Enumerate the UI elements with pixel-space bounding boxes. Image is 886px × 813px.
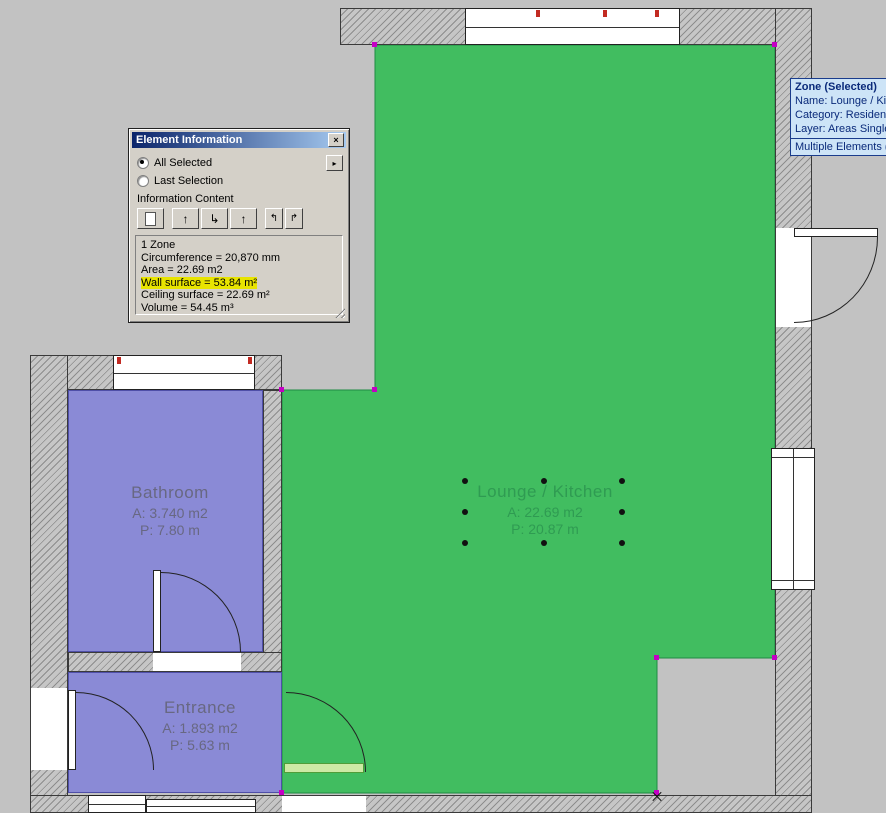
tooltip-layer-row: Layer: Areas Single xyxy=(795,123,886,135)
selection-handle[interactable] xyxy=(372,42,377,47)
selection-handle[interactable] xyxy=(372,387,377,392)
door-entrance-opening xyxy=(31,688,67,770)
element-information-palette: Element Information × All Selected ▸ Las… xyxy=(128,128,350,323)
zone-hotspot-dot[interactable] xyxy=(541,540,547,546)
window-sill-line xyxy=(772,457,814,458)
zone-area: A: 1.893 m2 xyxy=(162,720,238,736)
tooltip-category-row: Category: Residenti xyxy=(795,109,886,121)
door-bathroom-leaf[interactable] xyxy=(153,570,161,652)
selection-handle[interactable] xyxy=(279,790,284,795)
floor-plan-view: Lounge / Kitchen A: 22.69 m2 P: 20.87 m … xyxy=(0,0,886,813)
arrow-up-icon[interactable]: ↑ xyxy=(172,208,199,229)
window-tick xyxy=(536,10,540,17)
palette-body: All Selected ▸ Last Selection Informatio… xyxy=(132,148,346,319)
zone-stamp-lounge[interactable]: Lounge / Kitchen A: 22.69 m2 P: 20.87 m xyxy=(430,482,660,538)
zone-selected-tooltip: Zone (Selected) Name: Lounge / Kit Categ… xyxy=(790,78,886,156)
page-icon xyxy=(145,211,156,226)
window-tick xyxy=(248,357,252,364)
zone-perimeter: P: 7.80 m xyxy=(140,522,200,538)
zone-area: A: 3.740 m2 xyxy=(132,505,208,521)
selection-handle[interactable] xyxy=(654,655,659,660)
window-bottom-entrance[interactable] xyxy=(146,799,256,813)
window-bottom-left[interactable] xyxy=(88,795,146,813)
document-icon[interactable] xyxy=(137,208,164,229)
radio-last-selection-label: Last Selection xyxy=(154,175,224,187)
expand-arrow-icon[interactable]: ▸ xyxy=(326,155,343,171)
door-right-leaf[interactable] xyxy=(794,228,878,237)
info-wall-surface: Wall surface = 53.84 m² xyxy=(141,276,258,289)
window-midline xyxy=(114,372,254,374)
selection-handle[interactable] xyxy=(279,387,284,392)
zone-name: Lounge / Kitchen xyxy=(477,482,613,501)
info-circumference: Circumference = 20,870 mm xyxy=(141,251,281,264)
zone-stamp-entrance[interactable]: Entrance A: 1.893 m2 P: 5.63 m xyxy=(115,698,285,754)
window-midline xyxy=(466,26,679,28)
zone-area: A: 22.69 m2 xyxy=(507,504,583,520)
radio-row-last-selection: Last Selection xyxy=(137,175,343,187)
window-tick xyxy=(655,10,659,17)
door-lounge-leaf[interactable] xyxy=(284,763,364,773)
window-midline xyxy=(89,804,145,805)
window-tick xyxy=(603,10,607,17)
tooltip-name-row: Name: Lounge / Kit xyxy=(795,95,886,107)
anchor-x-mark xyxy=(652,792,662,802)
selection-handle[interactable] xyxy=(772,655,777,660)
info-area: Area = 22.69 m2 xyxy=(141,264,223,276)
tooltip-title: Zone (Selected) xyxy=(795,81,877,93)
zone-stamp-bathroom[interactable]: Bathroom A: 3.740 m2 P: 7.80 m xyxy=(85,483,255,539)
radio-last-selection[interactable] xyxy=(137,175,149,187)
tooltip-footer-row: Multiple Elements (TA xyxy=(791,138,886,155)
arrow-branch-icon[interactable]: ↳ xyxy=(201,208,228,229)
zone-lounge-kitchen[interactable] xyxy=(281,44,776,794)
info-content-toolbar: ↑ ↳ ↑ ↰ ↱ xyxy=(137,208,343,229)
window-midline xyxy=(147,806,255,807)
info-list: 1 Zone Circumference = 20,870 mm Area = … xyxy=(135,235,343,315)
zone-name: Entrance xyxy=(163,698,237,717)
radio-all-selected[interactable] xyxy=(137,157,149,169)
radio-all-selected-label: All Selected xyxy=(154,157,213,169)
window-bathroom[interactable] xyxy=(113,355,255,390)
zone-hotspot-dot[interactable] xyxy=(619,540,625,546)
window-right[interactable] xyxy=(771,448,815,590)
zone-hotspot-dot[interactable] xyxy=(462,540,468,546)
window-top[interactable] xyxy=(465,8,680,45)
palette-titlebar[interactable]: Element Information × xyxy=(132,132,346,148)
information-content-label: Information Content xyxy=(137,193,234,205)
door-entrance-leaf[interactable] xyxy=(68,690,76,770)
selection-handle[interactable] xyxy=(772,42,777,47)
window-tick xyxy=(117,357,121,364)
info-volume: Volume = 54.45 m³ xyxy=(141,301,234,314)
close-icon[interactable]: × xyxy=(328,133,344,147)
window-sill-line xyxy=(772,580,814,581)
palette-title: Element Information xyxy=(136,134,243,146)
radio-row-all-selected: All Selected ▸ xyxy=(137,155,343,171)
info-zone-count: 1 Zone xyxy=(141,239,176,251)
door-lounge-opening xyxy=(282,796,366,812)
window-midline xyxy=(793,449,794,589)
arrow-corner-right-icon[interactable]: ↱ xyxy=(285,208,303,229)
zone-name: Bathroom xyxy=(131,483,209,502)
arrow-corner-left-icon[interactable]: ↰ xyxy=(265,208,283,229)
door-bathroom-opening xyxy=(153,653,241,671)
wall-interior-vertical[interactable] xyxy=(263,390,282,672)
info-ceiling-surface: Ceiling surface = 22.69 m² xyxy=(141,289,270,301)
zone-perimeter: P: 5.63 m xyxy=(170,737,230,753)
zone-perimeter: P: 20.87 m xyxy=(511,521,579,537)
arrow-up2-icon[interactable]: ↑ xyxy=(230,208,257,229)
